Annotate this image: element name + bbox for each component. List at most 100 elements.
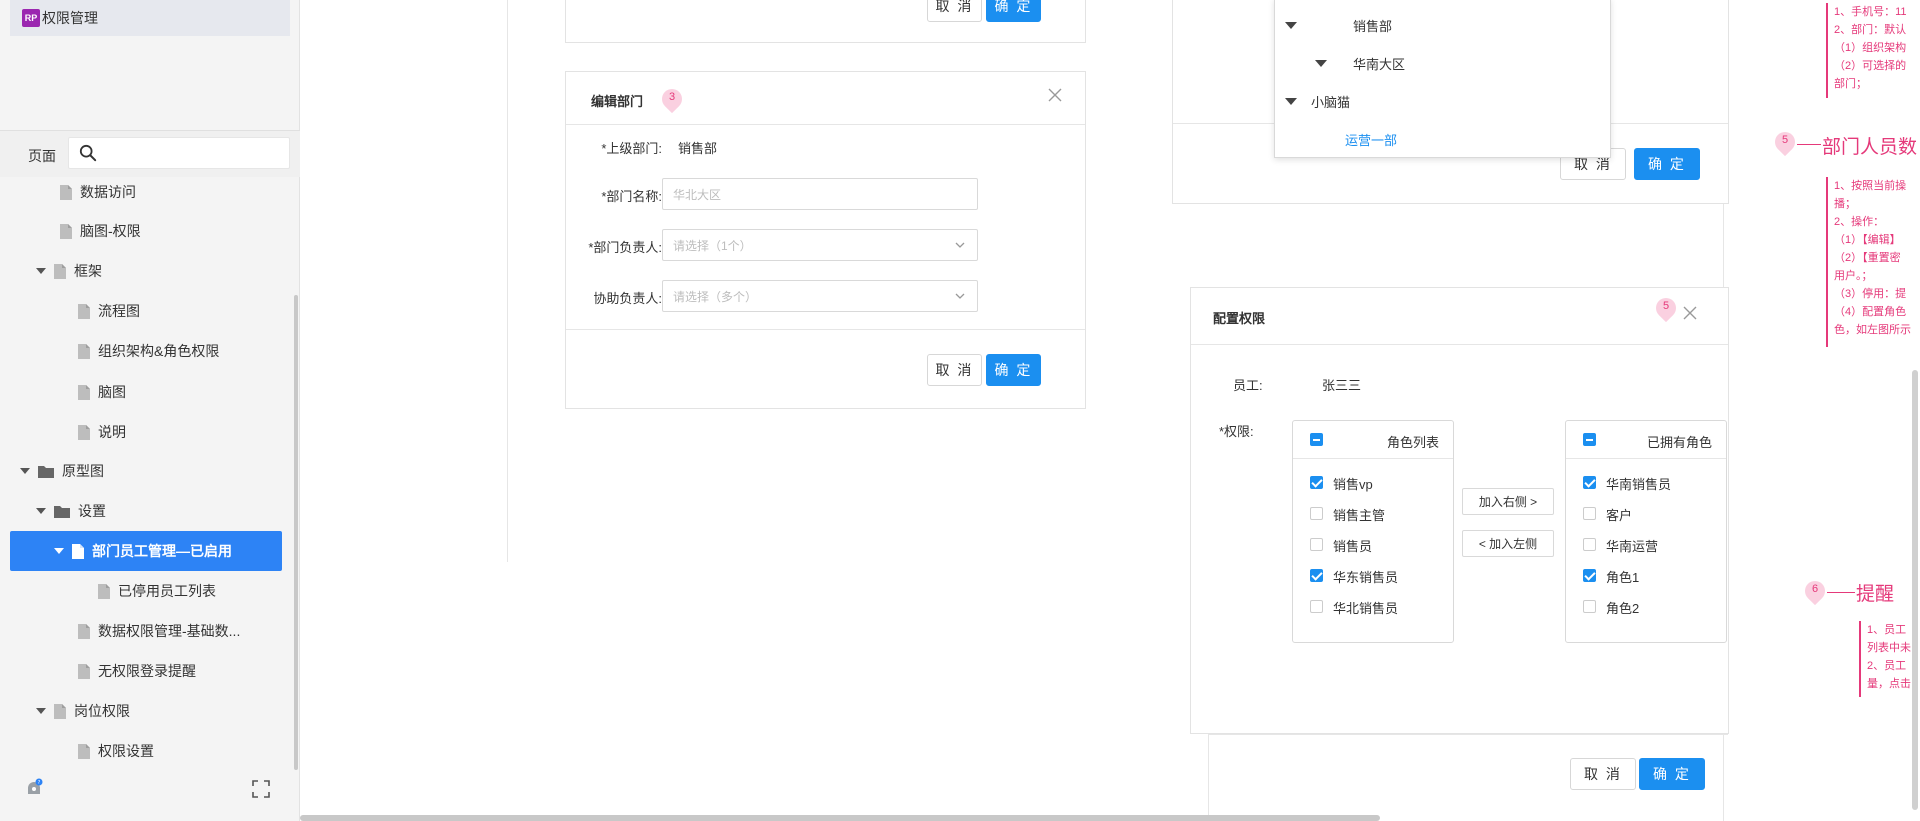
top-modal-fragment: 取 消 确 定	[565, 0, 1086, 43]
page-icon	[60, 223, 72, 239]
perm-ok-button[interactable]: 确 定	[1639, 758, 1705, 790]
select-ok-button[interactable]: 确 定	[1634, 148, 1700, 180]
fullscreen-icon[interactable]	[252, 780, 270, 798]
select-all-checkbox[interactable]	[1583, 433, 1596, 446]
sidebar-tree-item[interactable]: 数据访问	[10, 172, 282, 212]
svg-text:?: ?	[38, 780, 41, 786]
guide-line	[507, 0, 508, 562]
expand-caret-icon[interactable]	[34, 504, 48, 518]
vertical-scrollbar[interactable]	[1912, 370, 1918, 810]
add-to-left-button[interactable]: < 加入左侧	[1462, 530, 1554, 557]
help-bell-icon[interactable]: ?	[24, 778, 44, 798]
annotation-line: （1）【编辑】	[1834, 234, 1901, 246]
sidebar-tree-item[interactable]: 原型图	[10, 451, 282, 491]
page-search-box[interactable]	[68, 137, 290, 169]
role-label: 销售员	[1333, 539, 1373, 554]
project-item[interactable]: RP 权限管理	[10, 0, 290, 36]
expand-caret-icon	[1285, 98, 1297, 105]
role-checkbox[interactable]	[1310, 538, 1323, 551]
sidebar-tree-item[interactable]: 组织架构&角色权限	[10, 331, 282, 371]
expand-caret-icon[interactable]	[34, 704, 48, 718]
sidebar-tree-item[interactable]: 脑图-权限	[10, 211, 282, 251]
sidebar-tree-item[interactable]: 岗位权限	[10, 691, 282, 731]
select-all-checkbox[interactable]	[1310, 433, 1323, 446]
sidebar-scrollbar[interactable]	[294, 295, 298, 770]
chevron-down-icon	[955, 242, 965, 248]
sidebar-tree-label: 脑图-权限	[80, 223, 141, 239]
role-item[interactable]: 销售员	[1293, 529, 1453, 559]
expand-caret-icon[interactable]	[52, 544, 66, 558]
dept-name-input[interactable]: 华北大区	[662, 178, 978, 210]
horizontal-scrollbar[interactable]	[300, 815, 1380, 821]
annotation-line: （3）停用：提	[1834, 288, 1907, 300]
annotation-line: （2）【重置密	[1834, 252, 1901, 264]
folder-icon	[38, 465, 54, 478]
sidebar-tree-item[interactable]: 流程图	[10, 291, 282, 331]
sidebar-tree-item[interactable]: 脑图	[10, 372, 282, 412]
tree-option-xiaonaomao[interactable]: 小脑猫	[1285, 92, 1350, 111]
sidebar-tree-item[interactable]: 数据权限管理-基础数...	[10, 611, 282, 651]
sidebar-tree-item[interactable]: 无权限登录提醒	[10, 651, 282, 691]
role-checkbox[interactable]	[1310, 600, 1323, 613]
dept-name-label: *部门名称:	[601, 189, 662, 204]
folder-icon	[54, 505, 70, 518]
tree-option-south-china[interactable]: 华南大区	[1315, 54, 1405, 73]
role-item[interactable]: 销售主管	[1293, 498, 1453, 528]
sidebar-tree-item[interactable]: 已停用员工列表	[10, 571, 282, 611]
role-checkbox[interactable]	[1583, 507, 1596, 520]
role-item[interactable]: 华南运营	[1566, 529, 1726, 559]
close-icon[interactable]	[1048, 88, 1062, 102]
role-item[interactable]: 华南销售员	[1566, 467, 1726, 497]
close-icon[interactable]	[1683, 306, 1697, 320]
annotation-line: 1、按照当前操	[1834, 180, 1907, 192]
page-search-input[interactable]	[107, 142, 283, 164]
role-item[interactable]: 华东销售员	[1293, 560, 1453, 590]
assist-leader-placeholder: 请选择（多个）	[673, 289, 758, 304]
annotation-heading-5: 部门人员数	[1822, 137, 1918, 158]
role-checkbox[interactable]	[1310, 569, 1323, 582]
sidebar-tree-item[interactable]: 说明	[10, 412, 282, 452]
top-ok-button[interactable]: 确 定	[986, 0, 1041, 22]
tree-option-sales[interactable]: 销售部	[1285, 16, 1392, 35]
role-item[interactable]: 客户	[1566, 498, 1726, 528]
role-checkbox[interactable]	[1583, 569, 1596, 582]
marker-pin-5: 5	[1770, 127, 1800, 158]
perm-cancel-button[interactable]: 取 消	[1570, 758, 1636, 790]
modal-title: 配置权限	[1213, 311, 1266, 326]
sidebar-tree-item[interactable]: 设置	[10, 491, 282, 531]
role-item[interactable]: 销售vp	[1293, 467, 1453, 497]
tree-option-ops-1[interactable]: 运营一部	[1345, 130, 1397, 149]
role-item[interactable]: 角色1	[1566, 560, 1726, 590]
page-icon	[72, 543, 84, 559]
sidebar-tree-label: 组织架构&角色权限	[98, 343, 220, 359]
divider	[1191, 344, 1728, 345]
role-checkbox[interactable]	[1583, 476, 1596, 489]
guide-line	[1208, 734, 1209, 821]
sidebar-tree-item[interactable]: 部门员工管理—已启用	[10, 531, 282, 571]
role-item[interactable]: 华北销售员	[1293, 591, 1453, 621]
edit-cancel-button[interactable]: 取 消	[927, 354, 982, 386]
annotation-line: 1、手机号：11	[1834, 6, 1907, 18]
role-item[interactable]: 角色2	[1566, 591, 1726, 621]
dept-leader-select[interactable]: 请选择（1个）	[662, 229, 978, 261]
sidebar-tree-item[interactable]: 框架	[10, 251, 282, 291]
sidebar-tree-label: 部门员工管理—已启用	[92, 543, 232, 559]
expand-caret-icon[interactable]	[34, 264, 48, 278]
role-checkbox[interactable]	[1583, 538, 1596, 551]
role-checkbox[interactable]	[1310, 476, 1323, 489]
pages-label: 页面	[28, 148, 56, 164]
divider	[1209, 734, 1728, 735]
role-checkbox[interactable]	[1583, 600, 1596, 613]
edit-ok-button[interactable]: 确 定	[986, 354, 1041, 386]
sidebar-tree-item[interactable]: 权限设置	[10, 731, 282, 771]
page-icon	[60, 184, 72, 200]
expand-caret-icon[interactable]	[18, 464, 32, 478]
assist-leader-select[interactable]: 请选择（多个）	[662, 280, 978, 312]
add-to-right-button[interactable]: 加入右侧 >	[1462, 488, 1554, 515]
top-cancel-button[interactable]: 取 消	[927, 0, 982, 22]
page-icon	[54, 703, 66, 719]
divider	[566, 124, 1085, 125]
role-checkbox[interactable]	[1310, 507, 1323, 520]
dept-leader-placeholder: 请选择（1个）	[673, 238, 752, 253]
annotation-line: 用户。；	[1834, 270, 1873, 282]
